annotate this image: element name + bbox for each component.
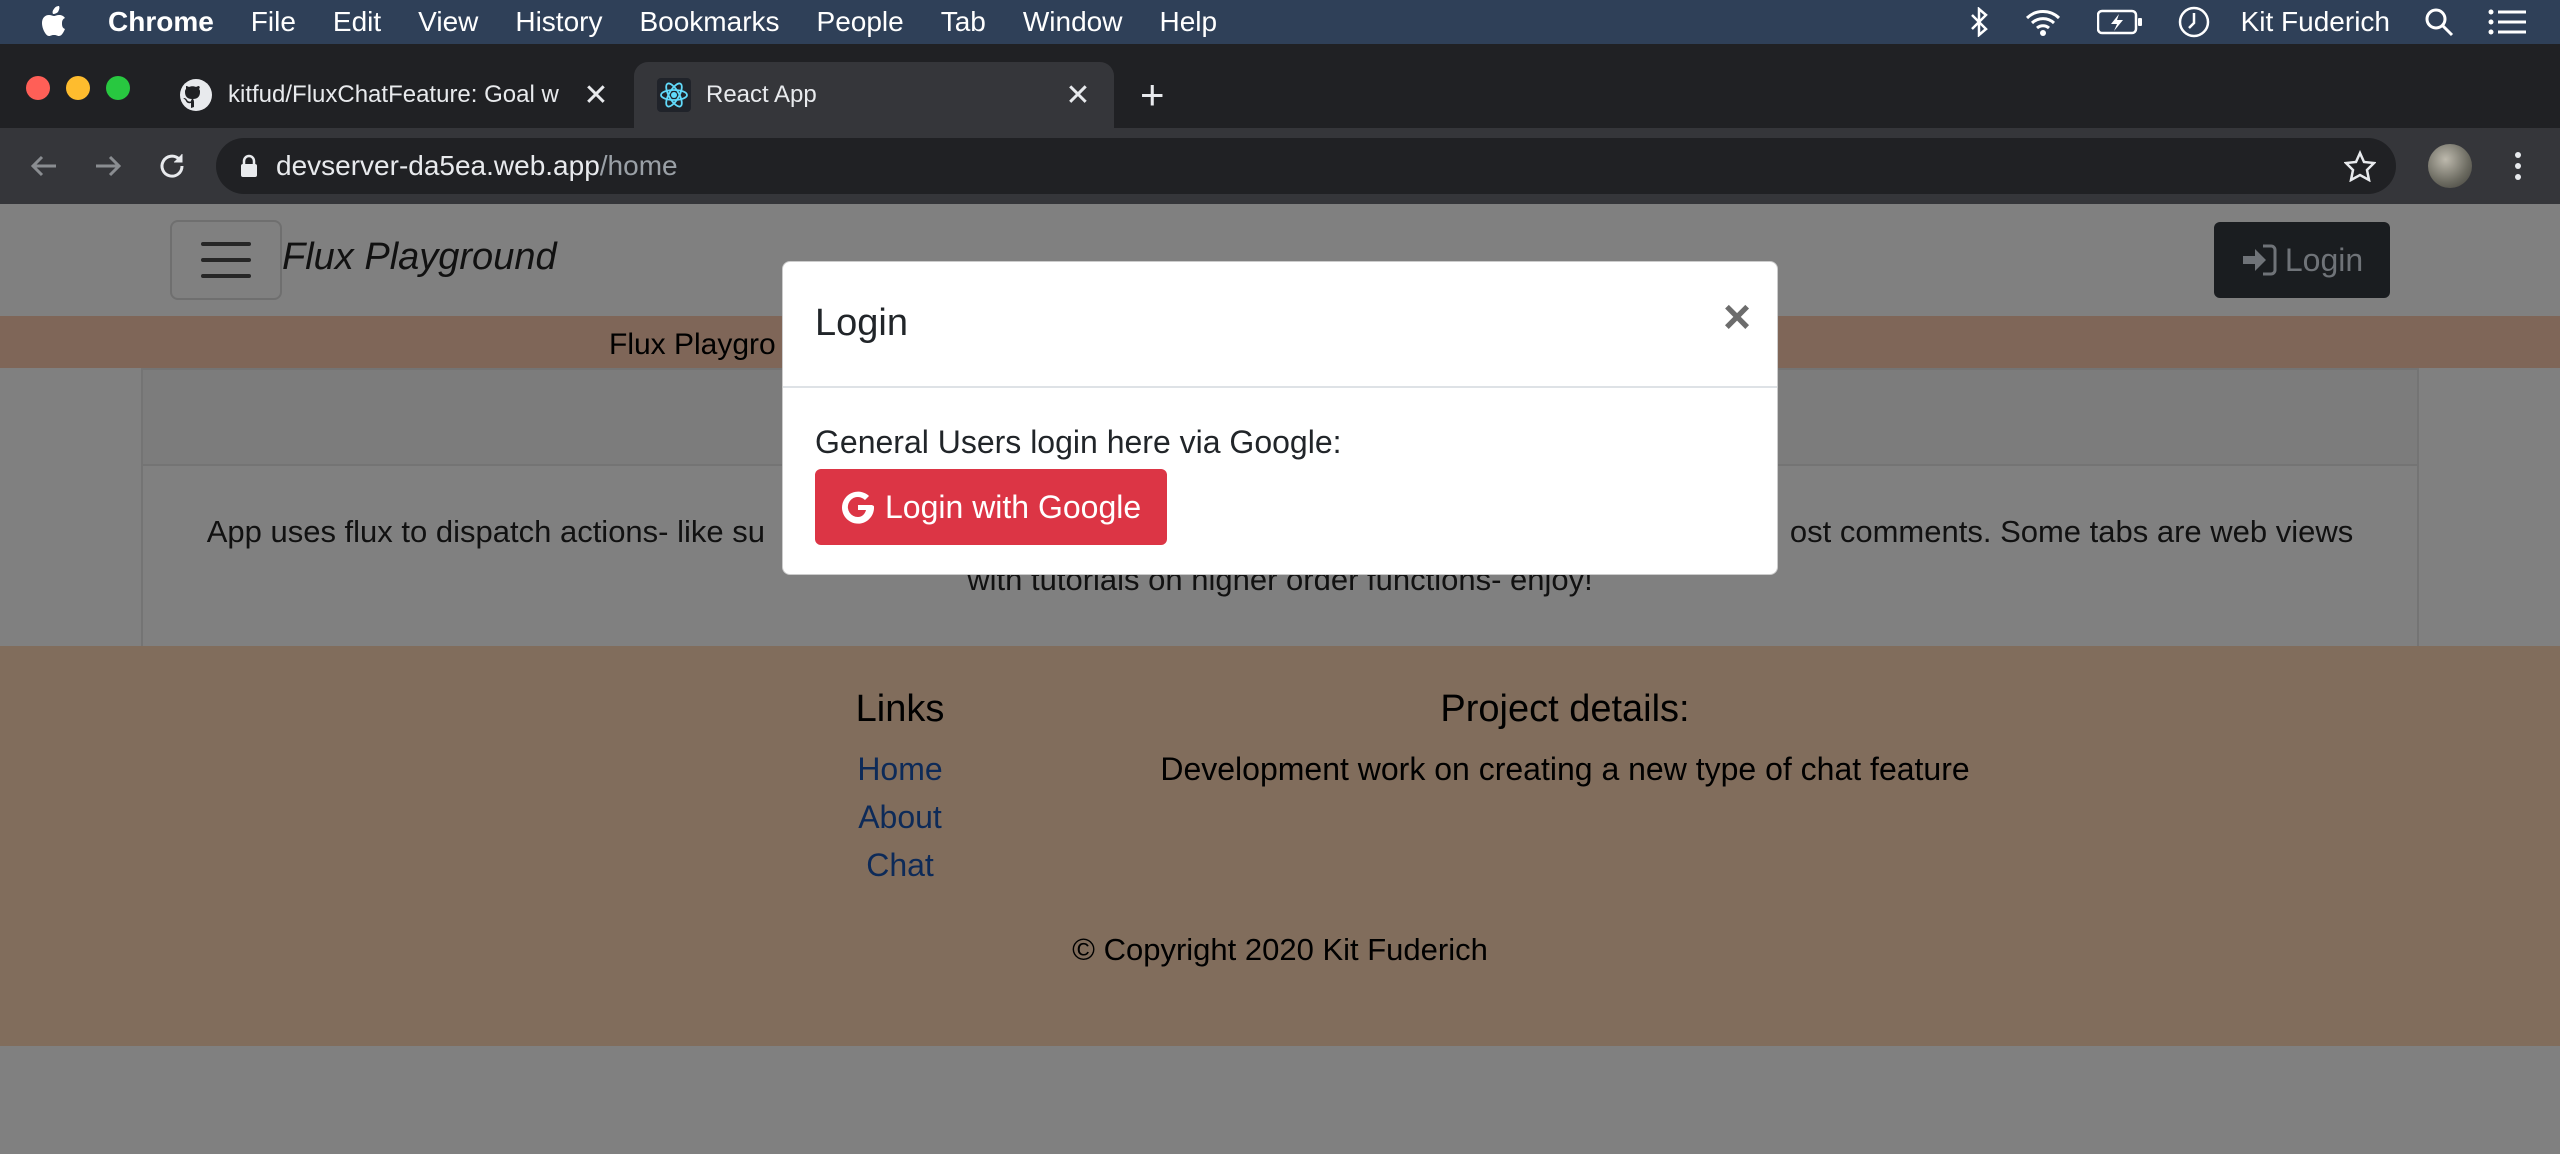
tab-close-icon[interactable]: ✕ [1060,78,1096,113]
menu-file[interactable]: File [251,6,296,38]
url-host: devserver-da5ea.web.app [276,150,600,181]
wifi-icon[interactable] [2023,7,2063,37]
menu-edit[interactable]: Edit [333,6,381,38]
login-modal: Login × General Users login here via Goo… [782,261,1778,575]
battery-icon[interactable] [2096,9,2143,35]
project-text: Development work on creating a new type … [1160,751,1970,787]
menu-window[interactable]: Window [1023,6,1123,38]
app-brand[interactable]: Flux Playground [282,236,557,279]
github-icon [178,77,214,113]
lock-icon[interactable] [240,154,258,178]
project-heading: Project details: [1440,688,1690,730]
chrome-menu-icon[interactable] [2500,148,2536,184]
window-close-button[interactable] [26,76,50,100]
bluetooth-icon[interactable] [1969,7,1989,37]
menu-help[interactable]: Help [1159,6,1217,38]
google-g-icon [842,491,875,524]
forward-arrow-icon[interactable] [88,146,128,186]
hamburger-menu-icon[interactable] [170,220,282,300]
copyright-text: © Copyright 2020 Kit Fuderich [1072,932,1488,967]
menubar-status-area: Kit Fuderich [1935,0,2560,44]
tab-github[interactable]: kitfud/FluxChatFeature: Goal w ✕ [162,62,632,128]
user-name[interactable]: Kit Fuderich [2241,6,2390,38]
footer-link-home[interactable]: Home [800,745,1000,793]
tab-react-app[interactable]: React App ✕ [634,62,1114,128]
profile-avatar[interactable] [2428,144,2472,188]
browser-toolbar: devserver-da5ea.web.app/home [0,128,2560,204]
modal-title: Login [815,302,908,344]
notification-center-icon[interactable] [2488,8,2526,36]
back-arrow-icon[interactable] [24,146,64,186]
modal-body-text: General Users login here via Google: [815,424,1342,460]
modal-header: Login × [783,262,1777,388]
google-button-label: Login with Google [885,488,1142,525]
menu-tab[interactable]: Tab [941,6,986,38]
login-with-google-button[interactable]: Login with Google [815,469,1168,545]
tab-title: kitfud/FluxChatFeature: Goal w [228,81,559,108]
react-icon [656,77,692,113]
window-minimize-button[interactable] [66,76,90,100]
modal-close-icon[interactable]: × [1723,294,1751,342]
menu-view[interactable]: View [418,6,478,38]
menu-history[interactable]: History [515,6,602,38]
time-machine-icon[interactable] [2177,5,2211,39]
macos-menu-bar: Chrome File Edit View History Bookmarks … [0,0,2560,44]
url-path: /home [599,150,678,181]
browser-tab-strip: kitfud/FluxChatFeature: Goal w ✕ React A… [0,44,2560,128]
footer-link-chat[interactable]: Chat [800,841,1000,889]
sign-in-icon [2242,244,2277,276]
footer-links-column: Links Home About Chat [800,688,1000,889]
footer-link-about[interactable]: About [800,793,1000,841]
spotlight-search-icon[interactable] [2424,7,2454,37]
menu-people[interactable]: People [817,6,904,38]
new-tab-plus-icon[interactable]: + [1140,74,1165,116]
reload-icon[interactable] [152,146,192,186]
window-zoom-button[interactable] [106,76,130,100]
footer-project-column: Project details: Development work on cre… [1100,688,2030,793]
navbar-login-button[interactable]: Login [2214,222,2390,298]
banner-text: Flux Playgro [609,328,776,361]
menu-chrome[interactable]: Chrome [108,6,214,38]
menu-bookmarks[interactable]: Bookmarks [639,6,779,38]
apple-logo-icon[interactable] [40,6,72,38]
bookmark-star-icon[interactable] [2343,149,2377,189]
page-footer: Links Home About Chat Project details: D… [0,646,2560,1046]
links-heading: Links [855,688,945,730]
tab-close-icon[interactable]: ✕ [578,78,614,113]
modal-body: General Users login here via Google: Log… [783,388,1777,581]
navbar-login-label: Login [2284,241,2364,278]
address-bar[interactable]: devserver-da5ea.web.app/home [216,138,2396,194]
tab-title: React App [706,81,817,108]
